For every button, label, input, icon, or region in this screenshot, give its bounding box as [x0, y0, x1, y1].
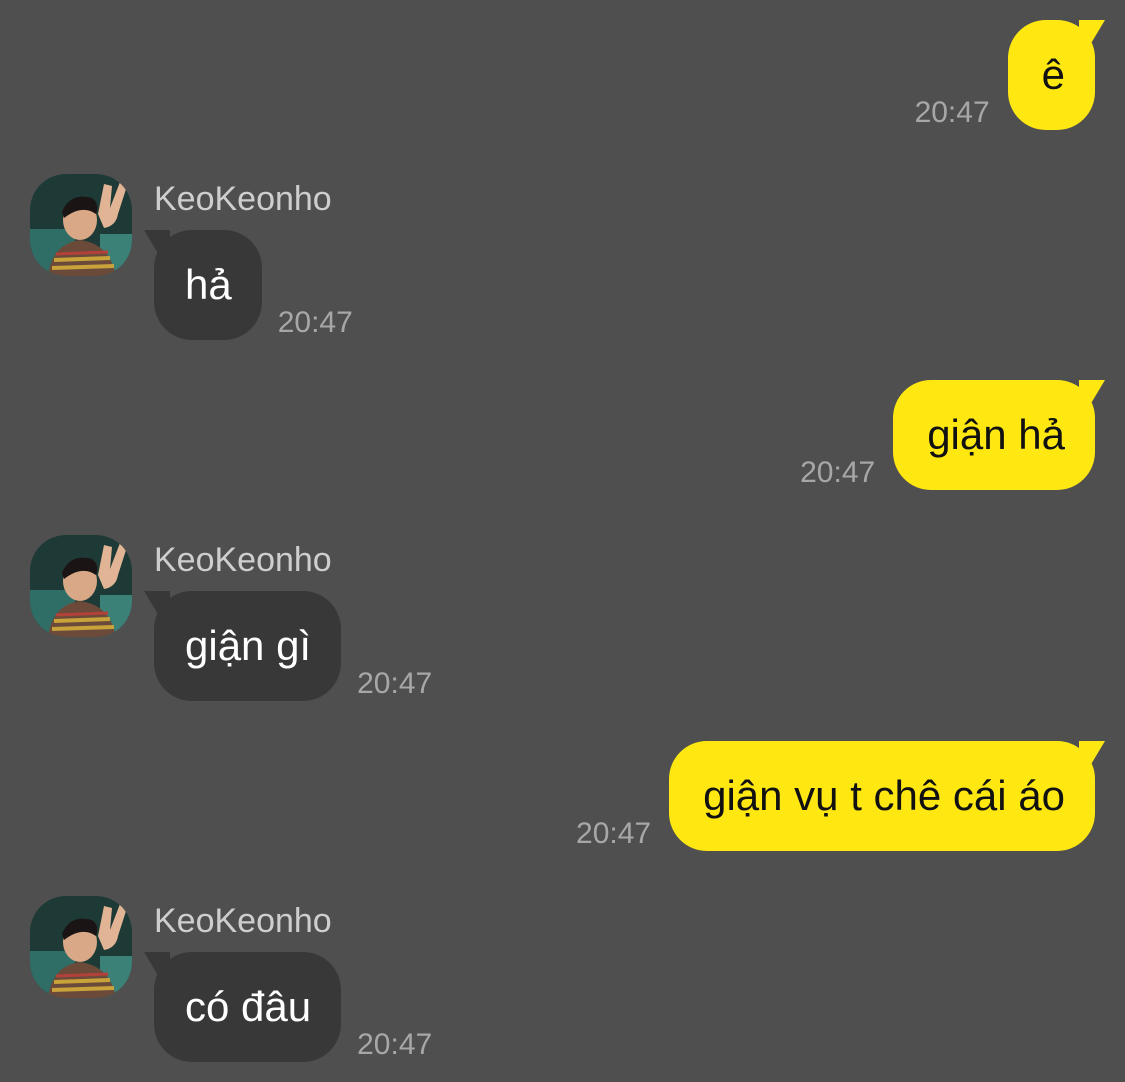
incoming-bubble[interactable]: giận gì — [154, 591, 342, 701]
avatar-photo-icon — [30, 174, 132, 276]
chat-message-list[interactable]: 20:47 ê KeoKeonho hả 20:47 20:47 giận hả… — [0, 0, 1125, 1082]
message-timestamp: 20:47 — [277, 306, 353, 339]
contact-avatar[interactable] — [30, 535, 132, 637]
incoming-message-row: giận gì 20:47 — [154, 591, 432, 701]
incoming-message-row: hả 20:47 — [154, 230, 353, 340]
message-timestamp: 20:47 — [576, 817, 652, 850]
message-timestamp: 20:47 — [357, 1028, 433, 1061]
sender-name: KeoKeonho — [154, 541, 332, 579]
contact-avatar[interactable] — [30, 896, 132, 998]
message-timestamp: 20:47 — [914, 96, 990, 129]
outgoing-bubble[interactable]: ê — [1007, 20, 1095, 130]
incoming-message: KeoKeonho có đâu 20:47 — [30, 896, 830, 1066]
incoming-bubble[interactable]: hả — [154, 230, 262, 340]
outgoing-message: 20:47 giận hả — [800, 380, 1095, 490]
message-timestamp: 20:47 — [800, 456, 876, 489]
sender-name: KeoKeonho — [154, 180, 332, 218]
avatar-photo-icon — [30, 896, 132, 998]
outgoing-message: 20:47 giận vụ t chê cái áo — [576, 741, 1095, 851]
contact-avatar[interactable] — [30, 174, 132, 276]
message-timestamp: 20:47 — [357, 667, 433, 700]
outgoing-bubble[interactable]: giận vụ t chê cái áo — [669, 741, 1095, 851]
incoming-message: KeoKeonho hả 20:47 — [30, 174, 830, 344]
avatar-photo-icon — [30, 535, 132, 637]
incoming-message-row: có đâu 20:47 — [154, 952, 432, 1062]
incoming-message: KeoKeonho giận gì 20:47 — [30, 535, 830, 705]
outgoing-bubble[interactable]: giận hả — [893, 380, 1095, 490]
incoming-bubble[interactable]: có đâu — [154, 952, 342, 1062]
sender-name: KeoKeonho — [154, 902, 332, 940]
outgoing-message: 20:47 ê — [915, 20, 1095, 130]
